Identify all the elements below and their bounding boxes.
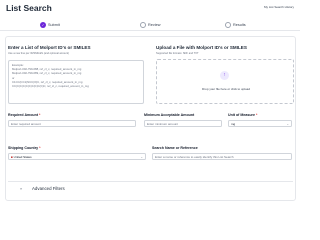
upload-help: Supported file formats: SDF and TXT [156,52,199,55]
unit-label: Unit of Measure * [228,113,258,117]
upload-icon: ↑ [220,71,229,80]
unit-value: mg [231,122,236,126]
stepper: ✓ Submit Review Results [0,19,300,31]
step-label: Results [233,23,246,27]
shipping-country-label: Shipping Country * [8,146,41,150]
country-flag-icon: ■ [11,155,13,159]
country-value: United States [13,155,32,159]
advanced-filters-label: Advanced Filters [32,186,65,191]
minimum-amount-label: Minimum Acceptable Amount [144,113,195,117]
dropzone-text: Drop your file here or click to upload [201,87,251,91]
step-label: Review [148,23,161,27]
chevron-right-icon: » [20,186,23,191]
page-header: List Search My List Search History [0,0,300,16]
step-review[interactable]: Review [140,22,160,28]
step-dot [140,22,146,28]
step-results[interactable]: Results [225,22,246,28]
upload-title: Upload a File with Molport ID's or SMILE… [156,45,247,50]
page-title: List Search [6,3,52,13]
step-submit[interactable]: ✓ Submit [40,22,60,28]
minimum-amount-input[interactable]: Enter minimum amount [144,120,222,127]
list-input-help: Use a new line per ID/SMILES (and option… [8,52,69,55]
search-name-input[interactable]: Enter a name or reference to easily iden… [152,153,292,160]
unit-select[interactable]: mg ⌄ [228,120,292,127]
step-dot [225,22,231,28]
chevron-down-icon: ⌄ [286,122,289,126]
label-text: Shipping Country [8,146,39,150]
required-amount-label: Required Amount * [8,113,41,117]
advanced-filters-toggle[interactable]: » Advanced Filters [8,181,293,195]
chevron-down-icon: ⌄ [140,155,143,159]
label-text: Required Amount [8,113,39,117]
required-amount-input[interactable]: Enter required amount [8,120,136,127]
file-dropzone[interactable]: ↑ Drop your file here or click to upload [156,59,294,104]
search-name-label: Search Name or Reference [152,146,198,150]
label-text: Unit of Measure [228,113,255,117]
check-icon: ✓ [40,22,46,28]
shipping-country-select[interactable]: ■ United States ⌄ [8,153,146,160]
list-textarea[interactable]: Example: Molport-002-799-088, ref_cl_c, … [8,60,144,104]
history-link[interactable]: My List Search History [264,5,294,9]
step-label: Submit [48,23,60,27]
list-input-title: Enter a List of Molport ID's or SMILES [8,45,91,50]
textarea-line: CC(C)C(C)C(C)C(C)C(C)C, ref_cl_c, requir… [12,84,89,89]
